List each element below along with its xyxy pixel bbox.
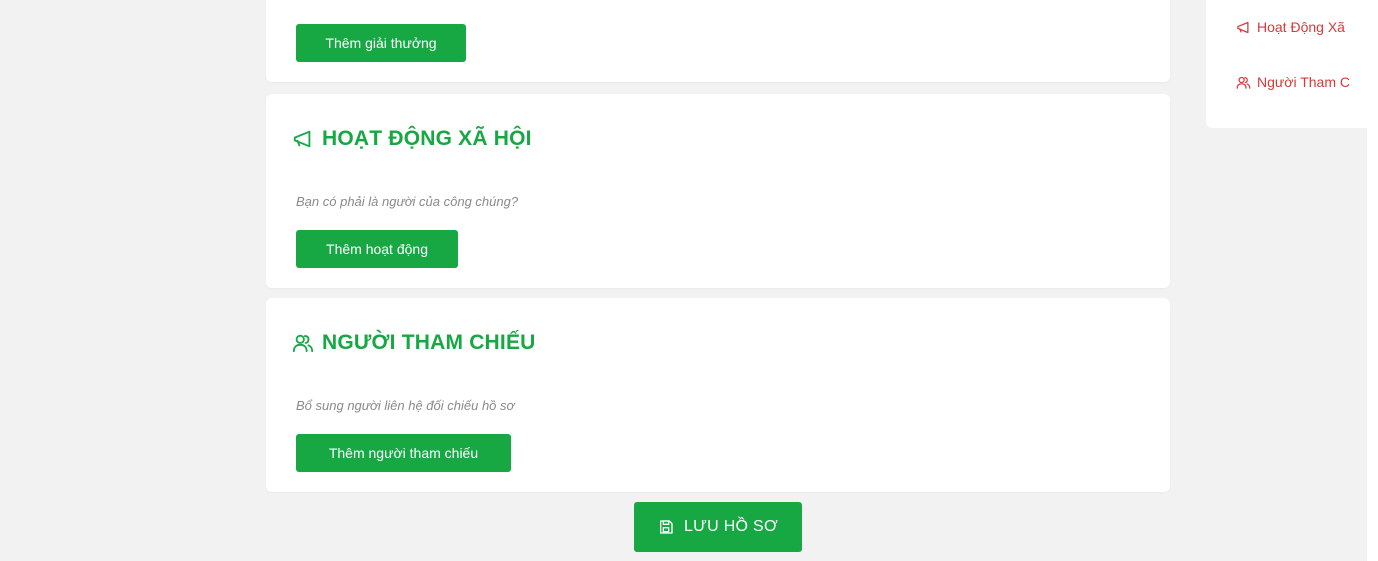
save-profile-label: LƯU HỒ SƠ xyxy=(683,518,779,535)
add-activity-button[interactable]: Thêm hoạt động xyxy=(296,230,458,268)
awards-section-card: Thêm giải thưởng xyxy=(266,0,1170,82)
social-activity-description: Bạn có phải là người của công chúng? xyxy=(296,194,519,209)
add-reference-button[interactable]: Thêm người tham chiếu xyxy=(296,434,511,472)
save-icon xyxy=(658,519,674,535)
side-nav-item-social-activity[interactable]: Hoạt Động Xã xyxy=(1236,19,1345,35)
section-side-nav: Hoạt Động Xã Người Tham C xyxy=(1206,0,1378,128)
social-activity-heading: HOẠT ĐỘNG XÃ HỘI xyxy=(292,127,532,151)
reference-title: NGƯỜI THAM CHIẾU xyxy=(322,331,536,354)
reference-description: Bổ sung người liên hệ đối chiếu hồ sơ xyxy=(296,398,515,413)
add-award-button[interactable]: Thêm giải thưởng xyxy=(296,24,466,62)
social-activity-title: HOẠT ĐỘNG XÃ HỘI xyxy=(322,127,532,150)
side-nav-item-reference[interactable]: Người Tham C xyxy=(1236,74,1350,90)
megaphone-icon xyxy=(292,128,314,150)
users-icon xyxy=(292,332,314,354)
users-icon xyxy=(1236,75,1251,90)
social-activity-section-card: HOẠT ĐỘNG XÃ HỘI Bạn có phải là người củ… xyxy=(266,94,1170,288)
reference-section-card: NGƯỜI THAM CHIẾU Bổ sung người liên hệ đ… xyxy=(266,298,1170,492)
side-nav-item-label: Hoạt Động Xã xyxy=(1257,19,1345,35)
megaphone-icon xyxy=(1236,20,1251,35)
reference-heading: NGƯỜI THAM CHIẾU xyxy=(292,331,536,355)
side-nav-item-label: Người Tham C xyxy=(1257,74,1350,90)
save-profile-button[interactable]: LƯU HỒ SƠ xyxy=(634,502,802,552)
